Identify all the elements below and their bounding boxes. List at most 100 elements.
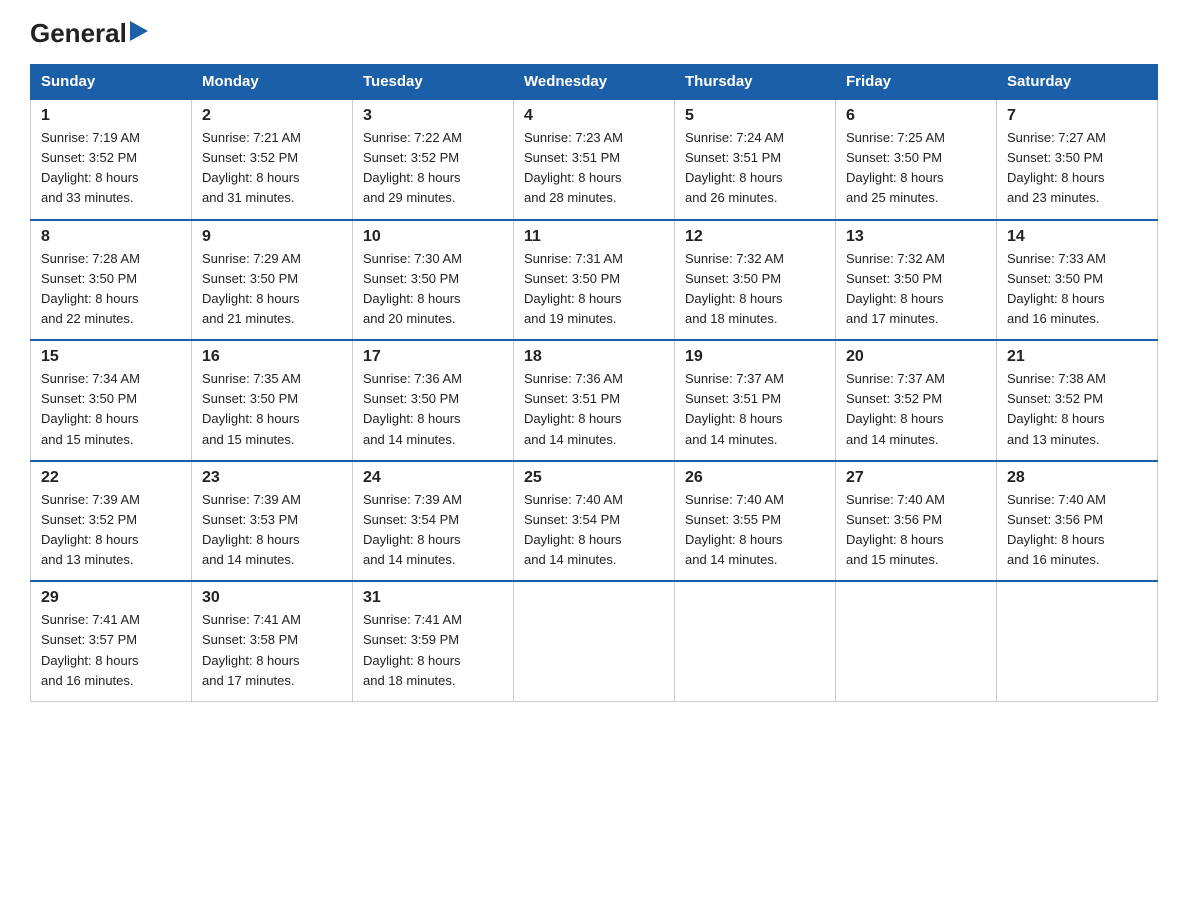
day-number: 29 xyxy=(41,589,181,607)
calendar-day-cell: 11 Sunrise: 7:31 AMSunset: 3:50 PMDaylig… xyxy=(514,220,675,341)
calendar-empty-cell xyxy=(514,581,675,701)
calendar-day-cell: 27 Sunrise: 7:40 AMSunset: 3:56 PMDaylig… xyxy=(836,461,997,582)
day-number: 9 xyxy=(202,228,342,246)
logo: General xyxy=(30,20,148,46)
calendar-day-cell: 24 Sunrise: 7:39 AMSunset: 3:54 PMDaylig… xyxy=(353,461,514,582)
calendar-day-cell: 13 Sunrise: 7:32 AMSunset: 3:50 PMDaylig… xyxy=(836,220,997,341)
day-info: Sunrise: 7:38 AMSunset: 3:52 PMDaylight:… xyxy=(1007,371,1106,446)
day-info: Sunrise: 7:39 AMSunset: 3:53 PMDaylight:… xyxy=(202,492,301,567)
day-info: Sunrise: 7:27 AMSunset: 3:50 PMDaylight:… xyxy=(1007,130,1106,205)
day-info: Sunrise: 7:23 AMSunset: 3:51 PMDaylight:… xyxy=(524,130,623,205)
calendar-day-cell: 26 Sunrise: 7:40 AMSunset: 3:55 PMDaylig… xyxy=(675,461,836,582)
day-info: Sunrise: 7:32 AMSunset: 3:50 PMDaylight:… xyxy=(685,251,784,326)
day-number: 15 xyxy=(41,348,181,366)
day-number: 17 xyxy=(363,348,503,366)
calendar-empty-cell xyxy=(836,581,997,701)
day-number: 14 xyxy=(1007,228,1147,246)
calendar-day-cell: 6 Sunrise: 7:25 AMSunset: 3:50 PMDayligh… xyxy=(836,99,997,220)
day-number: 30 xyxy=(202,589,342,607)
col-header-monday: Monday xyxy=(192,65,353,100)
calendar-day-cell: 10 Sunrise: 7:30 AMSunset: 3:50 PMDaylig… xyxy=(353,220,514,341)
day-number: 10 xyxy=(363,228,503,246)
calendar-day-cell: 31 Sunrise: 7:41 AMSunset: 3:59 PMDaylig… xyxy=(353,581,514,701)
day-number: 16 xyxy=(202,348,342,366)
calendar-day-cell: 17 Sunrise: 7:36 AMSunset: 3:50 PMDaylig… xyxy=(353,340,514,461)
day-info: Sunrise: 7:19 AMSunset: 3:52 PMDaylight:… xyxy=(41,130,140,205)
day-number: 21 xyxy=(1007,348,1147,366)
day-info: Sunrise: 7:39 AMSunset: 3:54 PMDaylight:… xyxy=(363,492,462,567)
day-info: Sunrise: 7:36 AMSunset: 3:51 PMDaylight:… xyxy=(524,371,623,446)
calendar-week-row: 15 Sunrise: 7:34 AMSunset: 3:50 PMDaylig… xyxy=(31,340,1158,461)
calendar-day-cell: 21 Sunrise: 7:38 AMSunset: 3:52 PMDaylig… xyxy=(997,340,1158,461)
day-info: Sunrise: 7:22 AMSunset: 3:52 PMDaylight:… xyxy=(363,130,462,205)
logo-general-text: General xyxy=(30,20,127,46)
calendar-day-cell: 4 Sunrise: 7:23 AMSunset: 3:51 PMDayligh… xyxy=(514,99,675,220)
day-number: 28 xyxy=(1007,469,1147,487)
calendar-day-cell: 5 Sunrise: 7:24 AMSunset: 3:51 PMDayligh… xyxy=(675,99,836,220)
day-info: Sunrise: 7:25 AMSunset: 3:50 PMDaylight:… xyxy=(846,130,945,205)
day-info: Sunrise: 7:41 AMSunset: 3:57 PMDaylight:… xyxy=(41,612,140,687)
calendar-day-cell: 8 Sunrise: 7:28 AMSunset: 3:50 PMDayligh… xyxy=(31,220,192,341)
day-number: 2 xyxy=(202,107,342,125)
day-info: Sunrise: 7:32 AMSunset: 3:50 PMDaylight:… xyxy=(846,251,945,326)
calendar-day-cell: 12 Sunrise: 7:32 AMSunset: 3:50 PMDaylig… xyxy=(675,220,836,341)
calendar-day-cell: 1 Sunrise: 7:19 AMSunset: 3:52 PMDayligh… xyxy=(31,99,192,220)
calendar-day-cell: 14 Sunrise: 7:33 AMSunset: 3:50 PMDaylig… xyxy=(997,220,1158,341)
calendar-day-cell: 9 Sunrise: 7:29 AMSunset: 3:50 PMDayligh… xyxy=(192,220,353,341)
calendar-week-row: 1 Sunrise: 7:19 AMSunset: 3:52 PMDayligh… xyxy=(31,99,1158,220)
calendar-empty-cell xyxy=(997,581,1158,701)
day-number: 19 xyxy=(685,348,825,366)
day-number: 24 xyxy=(363,469,503,487)
day-number: 31 xyxy=(363,589,503,607)
calendar-day-cell: 7 Sunrise: 7:27 AMSunset: 3:50 PMDayligh… xyxy=(997,99,1158,220)
calendar-header-row: SundayMondayTuesdayWednesdayThursdayFrid… xyxy=(31,65,1158,100)
col-header-tuesday: Tuesday xyxy=(353,65,514,100)
day-number: 23 xyxy=(202,469,342,487)
day-number: 6 xyxy=(846,107,986,125)
day-info: Sunrise: 7:39 AMSunset: 3:52 PMDaylight:… xyxy=(41,492,140,567)
page-header: General xyxy=(30,20,1158,46)
day-number: 1 xyxy=(41,107,181,125)
calendar-day-cell: 20 Sunrise: 7:37 AMSunset: 3:52 PMDaylig… xyxy=(836,340,997,461)
col-header-friday: Friday xyxy=(836,65,997,100)
day-info: Sunrise: 7:30 AMSunset: 3:50 PMDaylight:… xyxy=(363,251,462,326)
day-info: Sunrise: 7:21 AMSunset: 3:52 PMDaylight:… xyxy=(202,130,301,205)
day-number: 26 xyxy=(685,469,825,487)
calendar-day-cell: 15 Sunrise: 7:34 AMSunset: 3:50 PMDaylig… xyxy=(31,340,192,461)
logo-triangle-icon xyxy=(130,21,148,46)
day-number: 27 xyxy=(846,469,986,487)
calendar-day-cell: 25 Sunrise: 7:40 AMSunset: 3:54 PMDaylig… xyxy=(514,461,675,582)
day-info: Sunrise: 7:34 AMSunset: 3:50 PMDaylight:… xyxy=(41,371,140,446)
day-number: 18 xyxy=(524,348,664,366)
calendar-week-row: 8 Sunrise: 7:28 AMSunset: 3:50 PMDayligh… xyxy=(31,220,1158,341)
day-info: Sunrise: 7:35 AMSunset: 3:50 PMDaylight:… xyxy=(202,371,301,446)
day-info: Sunrise: 7:36 AMSunset: 3:50 PMDaylight:… xyxy=(363,371,462,446)
calendar-day-cell: 2 Sunrise: 7:21 AMSunset: 3:52 PMDayligh… xyxy=(192,99,353,220)
day-number: 3 xyxy=(363,107,503,125)
calendar-day-cell: 18 Sunrise: 7:36 AMSunset: 3:51 PMDaylig… xyxy=(514,340,675,461)
day-number: 13 xyxy=(846,228,986,246)
day-info: Sunrise: 7:40 AMSunset: 3:54 PMDaylight:… xyxy=(524,492,623,567)
day-info: Sunrise: 7:28 AMSunset: 3:50 PMDaylight:… xyxy=(41,251,140,326)
day-info: Sunrise: 7:40 AMSunset: 3:56 PMDaylight:… xyxy=(846,492,945,567)
day-number: 25 xyxy=(524,469,664,487)
calendar-week-row: 29 Sunrise: 7:41 AMSunset: 3:57 PMDaylig… xyxy=(31,581,1158,701)
day-info: Sunrise: 7:37 AMSunset: 3:51 PMDaylight:… xyxy=(685,371,784,446)
calendar-day-cell: 16 Sunrise: 7:35 AMSunset: 3:50 PMDaylig… xyxy=(192,340,353,461)
day-info: Sunrise: 7:41 AMSunset: 3:59 PMDaylight:… xyxy=(363,612,462,687)
day-number: 11 xyxy=(524,228,664,246)
day-number: 22 xyxy=(41,469,181,487)
col-header-saturday: Saturday xyxy=(997,65,1158,100)
day-info: Sunrise: 7:31 AMSunset: 3:50 PMDaylight:… xyxy=(524,251,623,326)
calendar-day-cell: 3 Sunrise: 7:22 AMSunset: 3:52 PMDayligh… xyxy=(353,99,514,220)
calendar-empty-cell xyxy=(675,581,836,701)
day-info: Sunrise: 7:33 AMSunset: 3:50 PMDaylight:… xyxy=(1007,251,1106,326)
day-number: 8 xyxy=(41,228,181,246)
day-info: Sunrise: 7:24 AMSunset: 3:51 PMDaylight:… xyxy=(685,130,784,205)
col-header-thursday: Thursday xyxy=(675,65,836,100)
col-header-wednesday: Wednesday xyxy=(514,65,675,100)
calendar-table: SundayMondayTuesdayWednesdayThursdayFrid… xyxy=(30,64,1158,702)
day-number: 12 xyxy=(685,228,825,246)
day-number: 20 xyxy=(846,348,986,366)
calendar-week-row: 22 Sunrise: 7:39 AMSunset: 3:52 PMDaylig… xyxy=(31,461,1158,582)
